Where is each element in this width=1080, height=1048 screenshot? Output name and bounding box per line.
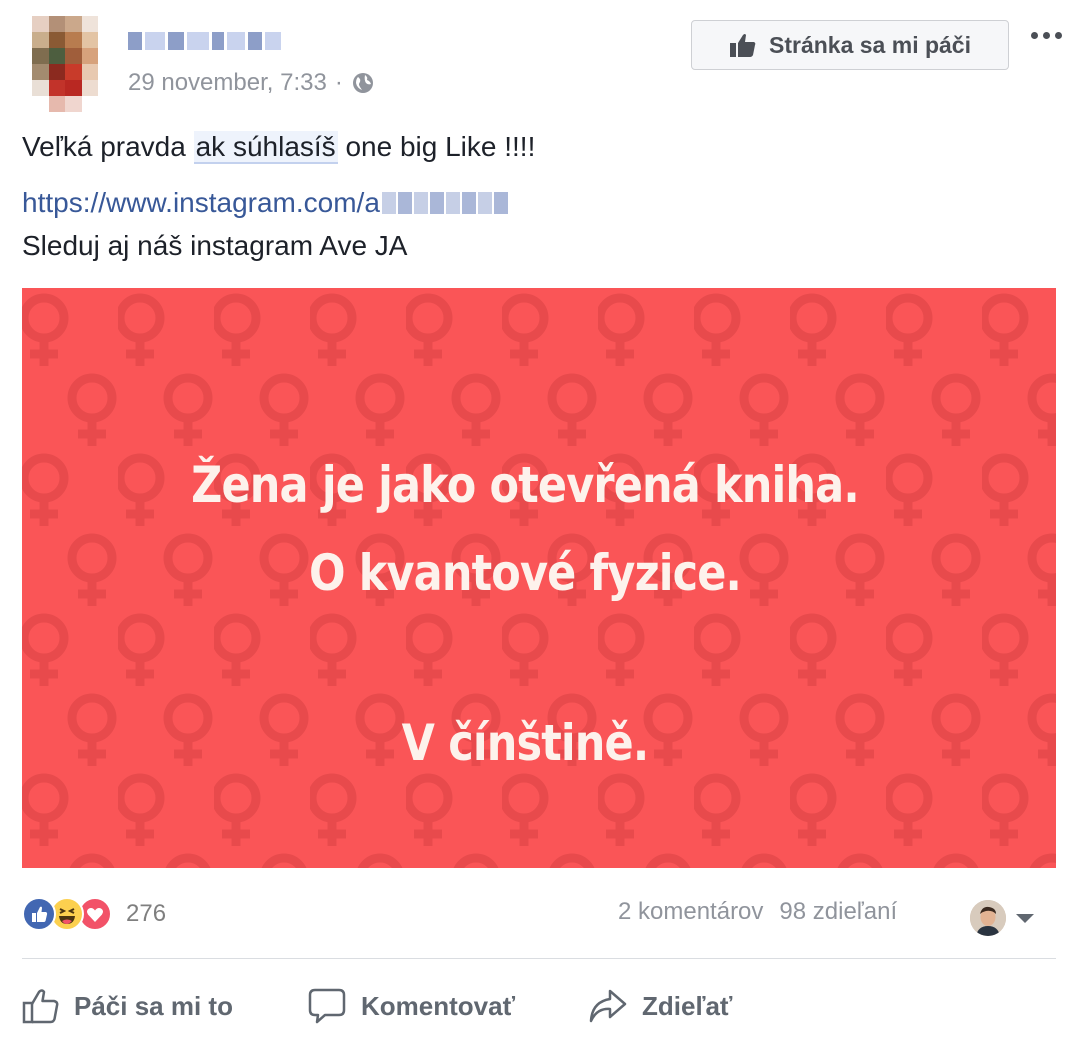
- thumbs-up-outline-icon: [22, 989, 59, 1024]
- more-options-icon[interactable]: [1026, 20, 1066, 50]
- post-text: Veľká pravda ak súhlasíš one big Like !!…: [22, 127, 535, 167]
- post-image[interactable]: Žena je jako otevřená kniha. O kvantové …: [22, 288, 1056, 868]
- image-line-1: Žena je jako otevřená kniha.: [191, 456, 859, 514]
- like-page-button[interactable]: Stránka sa mi páči: [691, 20, 1009, 70]
- comment-button[interactable]: Komentovať: [307, 982, 515, 1030]
- like-page-label: Stránka sa mi páči: [769, 31, 971, 58]
- hashtag-highlight[interactable]: ak súhlasíš: [193, 131, 338, 164]
- share-arrow-icon: [589, 989, 627, 1023]
- post-timestamp[interactable]: 29 november, 7:33: [128, 69, 327, 97]
- instagram-link-text[interactable]: https://www.instagram.com/a: [22, 183, 380, 223]
- thumbs-up-icon: [730, 34, 756, 57]
- image-line-2: O kvantové fyzice.: [308, 544, 742, 602]
- comments-count[interactable]: 2 komentárov: [618, 898, 763, 926]
- share-label: Zdieľať: [642, 990, 733, 1021]
- meta-separator: ·: [334, 69, 343, 96]
- post-subtext: Sleduj aj náš instagram Ave JA: [22, 230, 408, 261]
- engagement-stats: 2 komentárov 98 zdieľaní: [618, 898, 897, 926]
- viewer-avatar[interactable]: [970, 900, 1006, 936]
- reaction-selector-chevron-down-icon[interactable]: [1016, 914, 1034, 923]
- post-text-start: Veľká pravda: [22, 131, 194, 162]
- reactions-summary[interactable]: 276: [22, 896, 166, 932]
- image-line-3: V čínštině.: [401, 714, 649, 772]
- share-button[interactable]: Zdieľať: [588, 982, 732, 1030]
- instagram-link[interactable]: https://www.instagram.com/a: [22, 183, 508, 223]
- post-text-end: one big Like !!!!: [337, 131, 536, 162]
- reaction-count[interactable]: 276: [126, 900, 166, 928]
- like-label: Páči sa mi to: [74, 990, 233, 1021]
- comment-bubble-icon: [308, 988, 346, 1024]
- page-avatar[interactable]: [32, 16, 98, 112]
- link-redacted: [381, 192, 508, 214]
- comment-label: Komentovať: [361, 990, 516, 1021]
- page-name[interactable]: [128, 30, 288, 52]
- post-actions: Páči sa mi to Komentovať Zdieľať: [0, 982, 1080, 1030]
- globe-icon: [352, 73, 373, 93]
- like-reaction-icon: [22, 897, 56, 931]
- shares-count[interactable]: 98 zdieľaní: [779, 898, 897, 926]
- post-meta: 29 november, 7:33 ·: [128, 66, 375, 100]
- like-button[interactable]: Páči sa mi to: [22, 982, 233, 1030]
- action-divider: [22, 958, 1056, 959]
